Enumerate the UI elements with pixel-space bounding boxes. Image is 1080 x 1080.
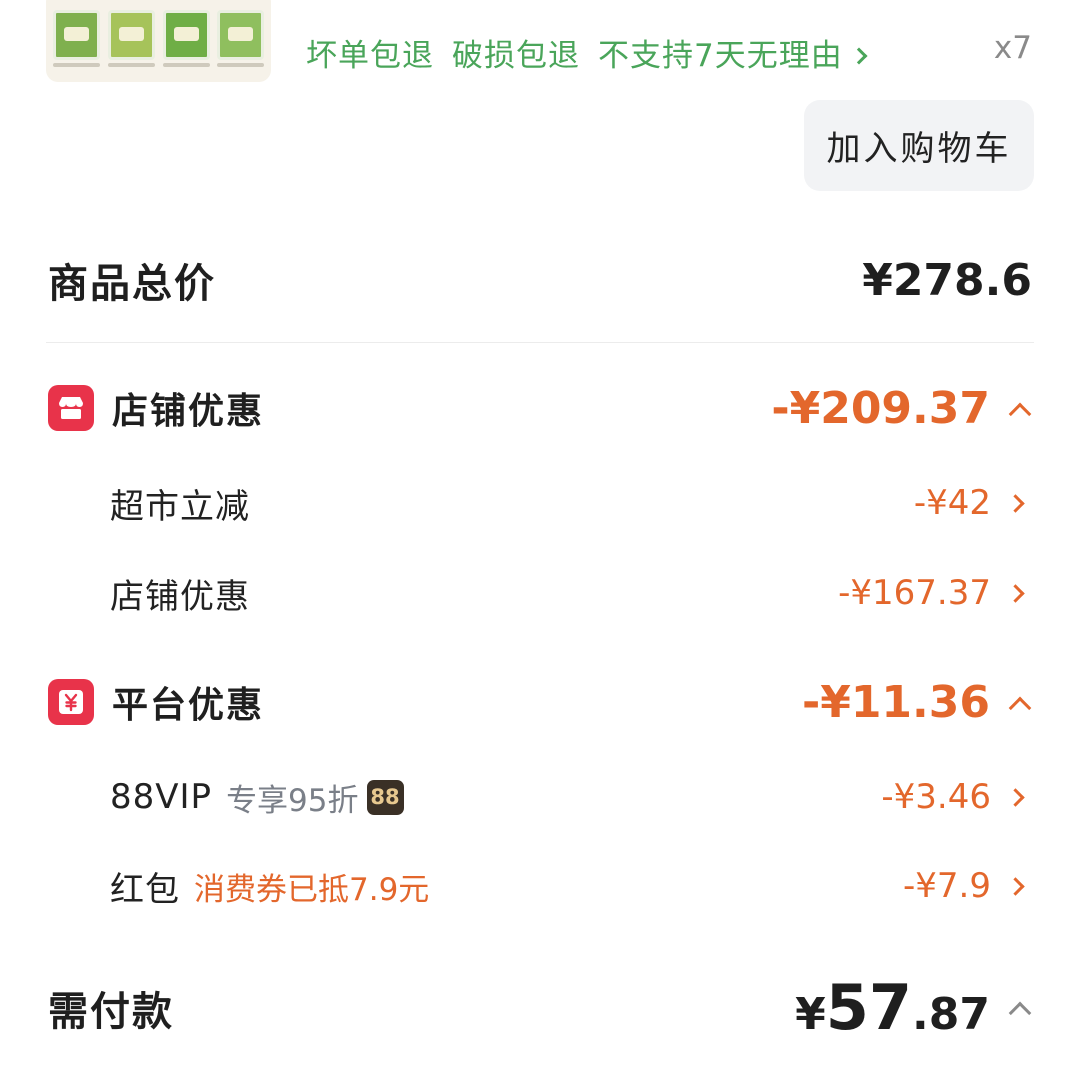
payment-row[interactable]: 需付款 ¥ 57 .87 (48, 971, 1032, 1044)
chevron-up-icon[interactable] (1008, 696, 1032, 720)
chevron-right-icon (850, 47, 868, 65)
store-icon (48, 385, 94, 431)
vip-note: 专享95折 (226, 782, 359, 819)
discount-item-value: -¥7.9 (903, 866, 991, 906)
discount-item-label: 店铺优惠 (110, 576, 250, 617)
vip-88-badge: 88 (366, 779, 404, 815)
chevron-right-icon (1006, 493, 1025, 513)
chevron-up-icon[interactable] (1008, 1001, 1032, 1025)
quantity-label: x7 (993, 30, 1032, 66)
store-discount-label: 店铺优惠 (112, 391, 265, 432)
total-price-value: ¥278.6 (862, 254, 1032, 306)
discount-item-value: -¥42 (913, 483, 991, 523)
chevron-up-icon[interactable] (1008, 402, 1032, 426)
yuan-coupon-icon (48, 679, 94, 725)
total-price-label: 商品总价 (48, 261, 216, 307)
discount-item-label: 超市立减 (110, 486, 250, 527)
store-discount-row[interactable]: 店铺优惠 -¥209.37 (48, 378, 1032, 438)
payment-label: 需付款 (48, 988, 174, 1035)
discount-item-row[interactable]: 红包 消费券已抵7.9元 -¥7.9 (110, 861, 1032, 911)
chevron-right-icon (1006, 876, 1025, 896)
platform-discount-label: 平台优惠 (112, 685, 265, 726)
payment-integer: 57 (825, 971, 913, 1044)
platform-discount-row[interactable]: 平台优惠 -¥11.36 (48, 672, 1032, 732)
service-tag: 破损包退 (452, 38, 580, 74)
service-tag: 不支持7天无理由 (598, 38, 843, 74)
payment-currency: ¥ (795, 989, 826, 1040)
discount-item-row[interactable]: 店铺优惠 -¥167.37 (110, 568, 1032, 618)
divider (46, 342, 1034, 343)
product-thumbnail[interactable] (46, 0, 271, 82)
chevron-right-icon (1006, 583, 1025, 603)
coupon-note: 消费券已抵7.9元 (194, 871, 430, 908)
discount-item-label: 红包 (110, 869, 180, 910)
payment-decimal: .87 (912, 989, 990, 1040)
discount-item-row[interactable]: 超市立减 -¥42 (110, 478, 1032, 528)
total-price-row: 商品总价 ¥278.6 (48, 250, 1032, 310)
discount-item-value: -¥167.37 (838, 573, 991, 613)
discount-item-label: 88VIP (110, 777, 213, 817)
store-discount-value: -¥209.37 (771, 382, 990, 434)
service-tags[interactable]: 坏单包退 破损包退 不支持7天无理由 (306, 30, 868, 75)
discount-item-row[interactable]: 88VIP 专享95折 88 -¥3.46 (110, 772, 1032, 822)
discount-item-value: -¥3.46 (881, 777, 991, 817)
add-to-cart-button[interactable]: 加入购物车 (804, 100, 1034, 191)
chevron-right-icon (1006, 787, 1025, 807)
service-tag: 坏单包退 (306, 38, 434, 74)
platform-discount-value: -¥11.36 (801, 676, 990, 728)
